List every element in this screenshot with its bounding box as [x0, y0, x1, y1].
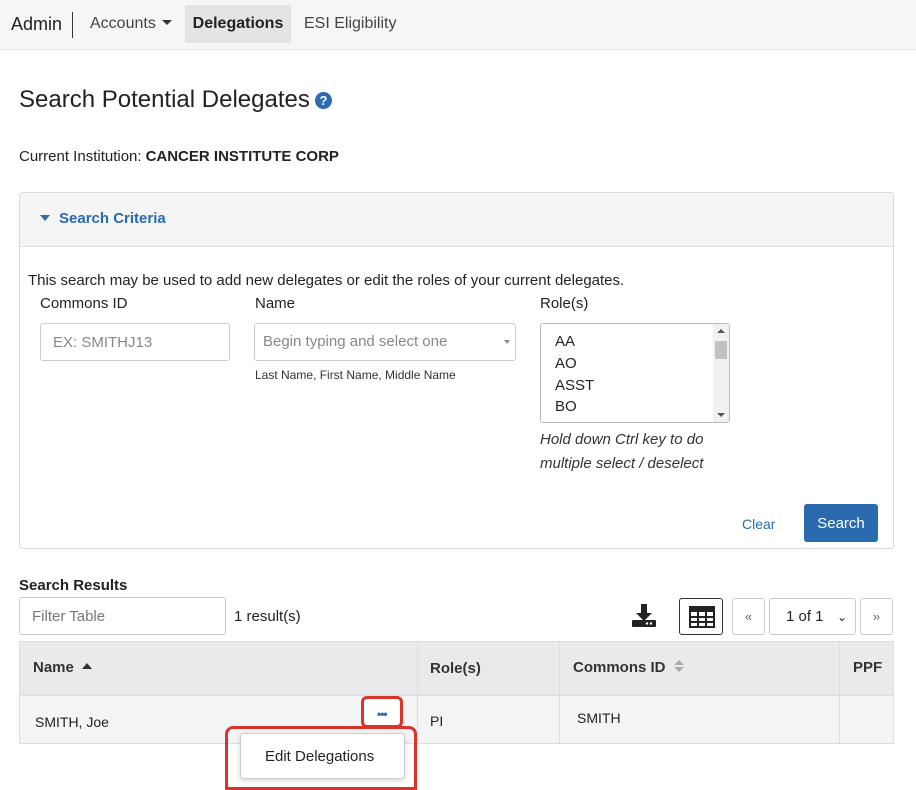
name-label: Name — [255, 295, 296, 312]
search-criteria-title: Search Criteria — [59, 210, 166, 227]
column-header-commons-id[interactable]: Commons ID — [560, 642, 840, 696]
nav-esi-eligibility[interactable]: ESI Eligibility — [295, 5, 405, 43]
chevron-down-icon: ⌄ — [836, 610, 847, 624]
column-header-ppf: PPF — [853, 659, 883, 676]
sort-ascending-icon — [81, 663, 92, 670]
download-icon[interactable] — [630, 601, 658, 629]
cell-commons-text: SMITH — [577, 710, 621, 726]
role-option-aa[interactable]: AA — [555, 333, 575, 350]
page-select[interactable]: 1 of 1 ⌄ — [769, 598, 856, 635]
name-select-placeholder: Begin typing and select one — [263, 333, 448, 350]
column-commons-label: Commons ID — [573, 659, 666, 676]
question-circle-icon[interactable]: ? — [315, 92, 332, 109]
sort-icon — [673, 660, 684, 673]
row-actions-button[interactable]: ••• — [361, 696, 403, 728]
search-intro-text: This search may be used to add new deleg… — [28, 272, 625, 289]
cell-name-text: SMITH, Joe — [35, 714, 109, 730]
nav-delegations[interactable]: Delegations — [185, 5, 291, 43]
more-horizontal-icon: ••• — [377, 707, 388, 721]
institution-value: CANCER INSTITUTE CORP — [145, 148, 339, 165]
nav-accounts[interactable]: Accounts — [81, 5, 181, 43]
scroll-thumb[interactable] — [715, 341, 727, 359]
name-select[interactable]: Begin typing and select one — [254, 323, 516, 361]
commons-id-input[interactable] — [40, 323, 230, 361]
cell-ppf — [840, 696, 893, 743]
role-option-bo[interactable]: BO — [555, 398, 577, 415]
page-title: Search Potential Delegates — [19, 86, 310, 113]
name-hint: Last Name, First Name, Middle Name — [255, 368, 456, 382]
prev-page-button[interactable]: « — [732, 598, 765, 635]
scroll-up-icon[interactable] — [717, 329, 725, 333]
column-chooser-button[interactable] — [679, 598, 723, 635]
top-navbar: Admin Accounts Delegations ESI Eligibili… — [0, 0, 916, 50]
filter-table-input[interactable] — [19, 597, 226, 635]
menu-highlight-frame-bottom — [225, 786, 417, 790]
caret-down-icon — [161, 20, 172, 26]
roles-hint: Hold down Ctrl key to do multiple select… — [540, 431, 704, 472]
nav-accounts-label: Accounts — [90, 15, 156, 32]
column-header-roles: Role(s) — [418, 642, 560, 696]
roles-listbox[interactable]: AA AO ASST BO — [540, 323, 730, 423]
nav-brand[interactable]: Admin — [11, 12, 74, 38]
table-grid-icon — [689, 606, 715, 628]
current-institution: Current Institution: CANCER INSTITUTE COR… — [19, 148, 339, 165]
search-criteria-panel: Search Criteria This search may be used … — [19, 192, 894, 549]
role-option-asst[interactable]: ASST — [555, 377, 594, 394]
row-actions-menu: Edit Delegations — [240, 733, 405, 779]
roles-scrollbar[interactable] — [713, 324, 729, 422]
cell-roles: PI — [418, 696, 560, 743]
commons-id-label: Commons ID — [40, 295, 128, 312]
cell-roles-text: PI — [430, 713, 444, 729]
table-row: SMITH, Joe PI SMITH — [20, 696, 893, 743]
panel-header: Search Criteria — [20, 193, 893, 247]
search-button[interactable]: Search — [804, 504, 878, 542]
role-option-ao[interactable]: AO — [555, 355, 577, 372]
column-header-name[interactable]: Name — [20, 642, 418, 696]
scroll-down-icon[interactable] — [717, 413, 725, 417]
roles-label: Role(s) — [540, 295, 589, 312]
page-select-value: 1 of 1 — [786, 608, 824, 625]
institution-label: Current Institution: — [19, 148, 142, 165]
edit-delegations-menu-item[interactable]: Edit Delegations — [265, 748, 374, 765]
chevron-down-icon — [504, 340, 510, 344]
results-table: Name Role(s) Commons ID PPF SMITH, Joe P… — [19, 641, 894, 744]
cell-commons-id: SMITH — [560, 696, 840, 743]
triangle-down-icon — [40, 214, 50, 221]
search-results-title: Search Results — [19, 577, 128, 594]
result-count: 1 result(s) — [234, 608, 301, 625]
column-name-label: Name — [33, 659, 74, 676]
next-page-button[interactable]: » — [860, 598, 893, 635]
search-criteria-toggle[interactable]: Search Criteria — [40, 210, 166, 227]
clear-link[interactable]: Clear — [742, 516, 775, 532]
table-header: Name Role(s) Commons ID PPF — [20, 642, 893, 696]
